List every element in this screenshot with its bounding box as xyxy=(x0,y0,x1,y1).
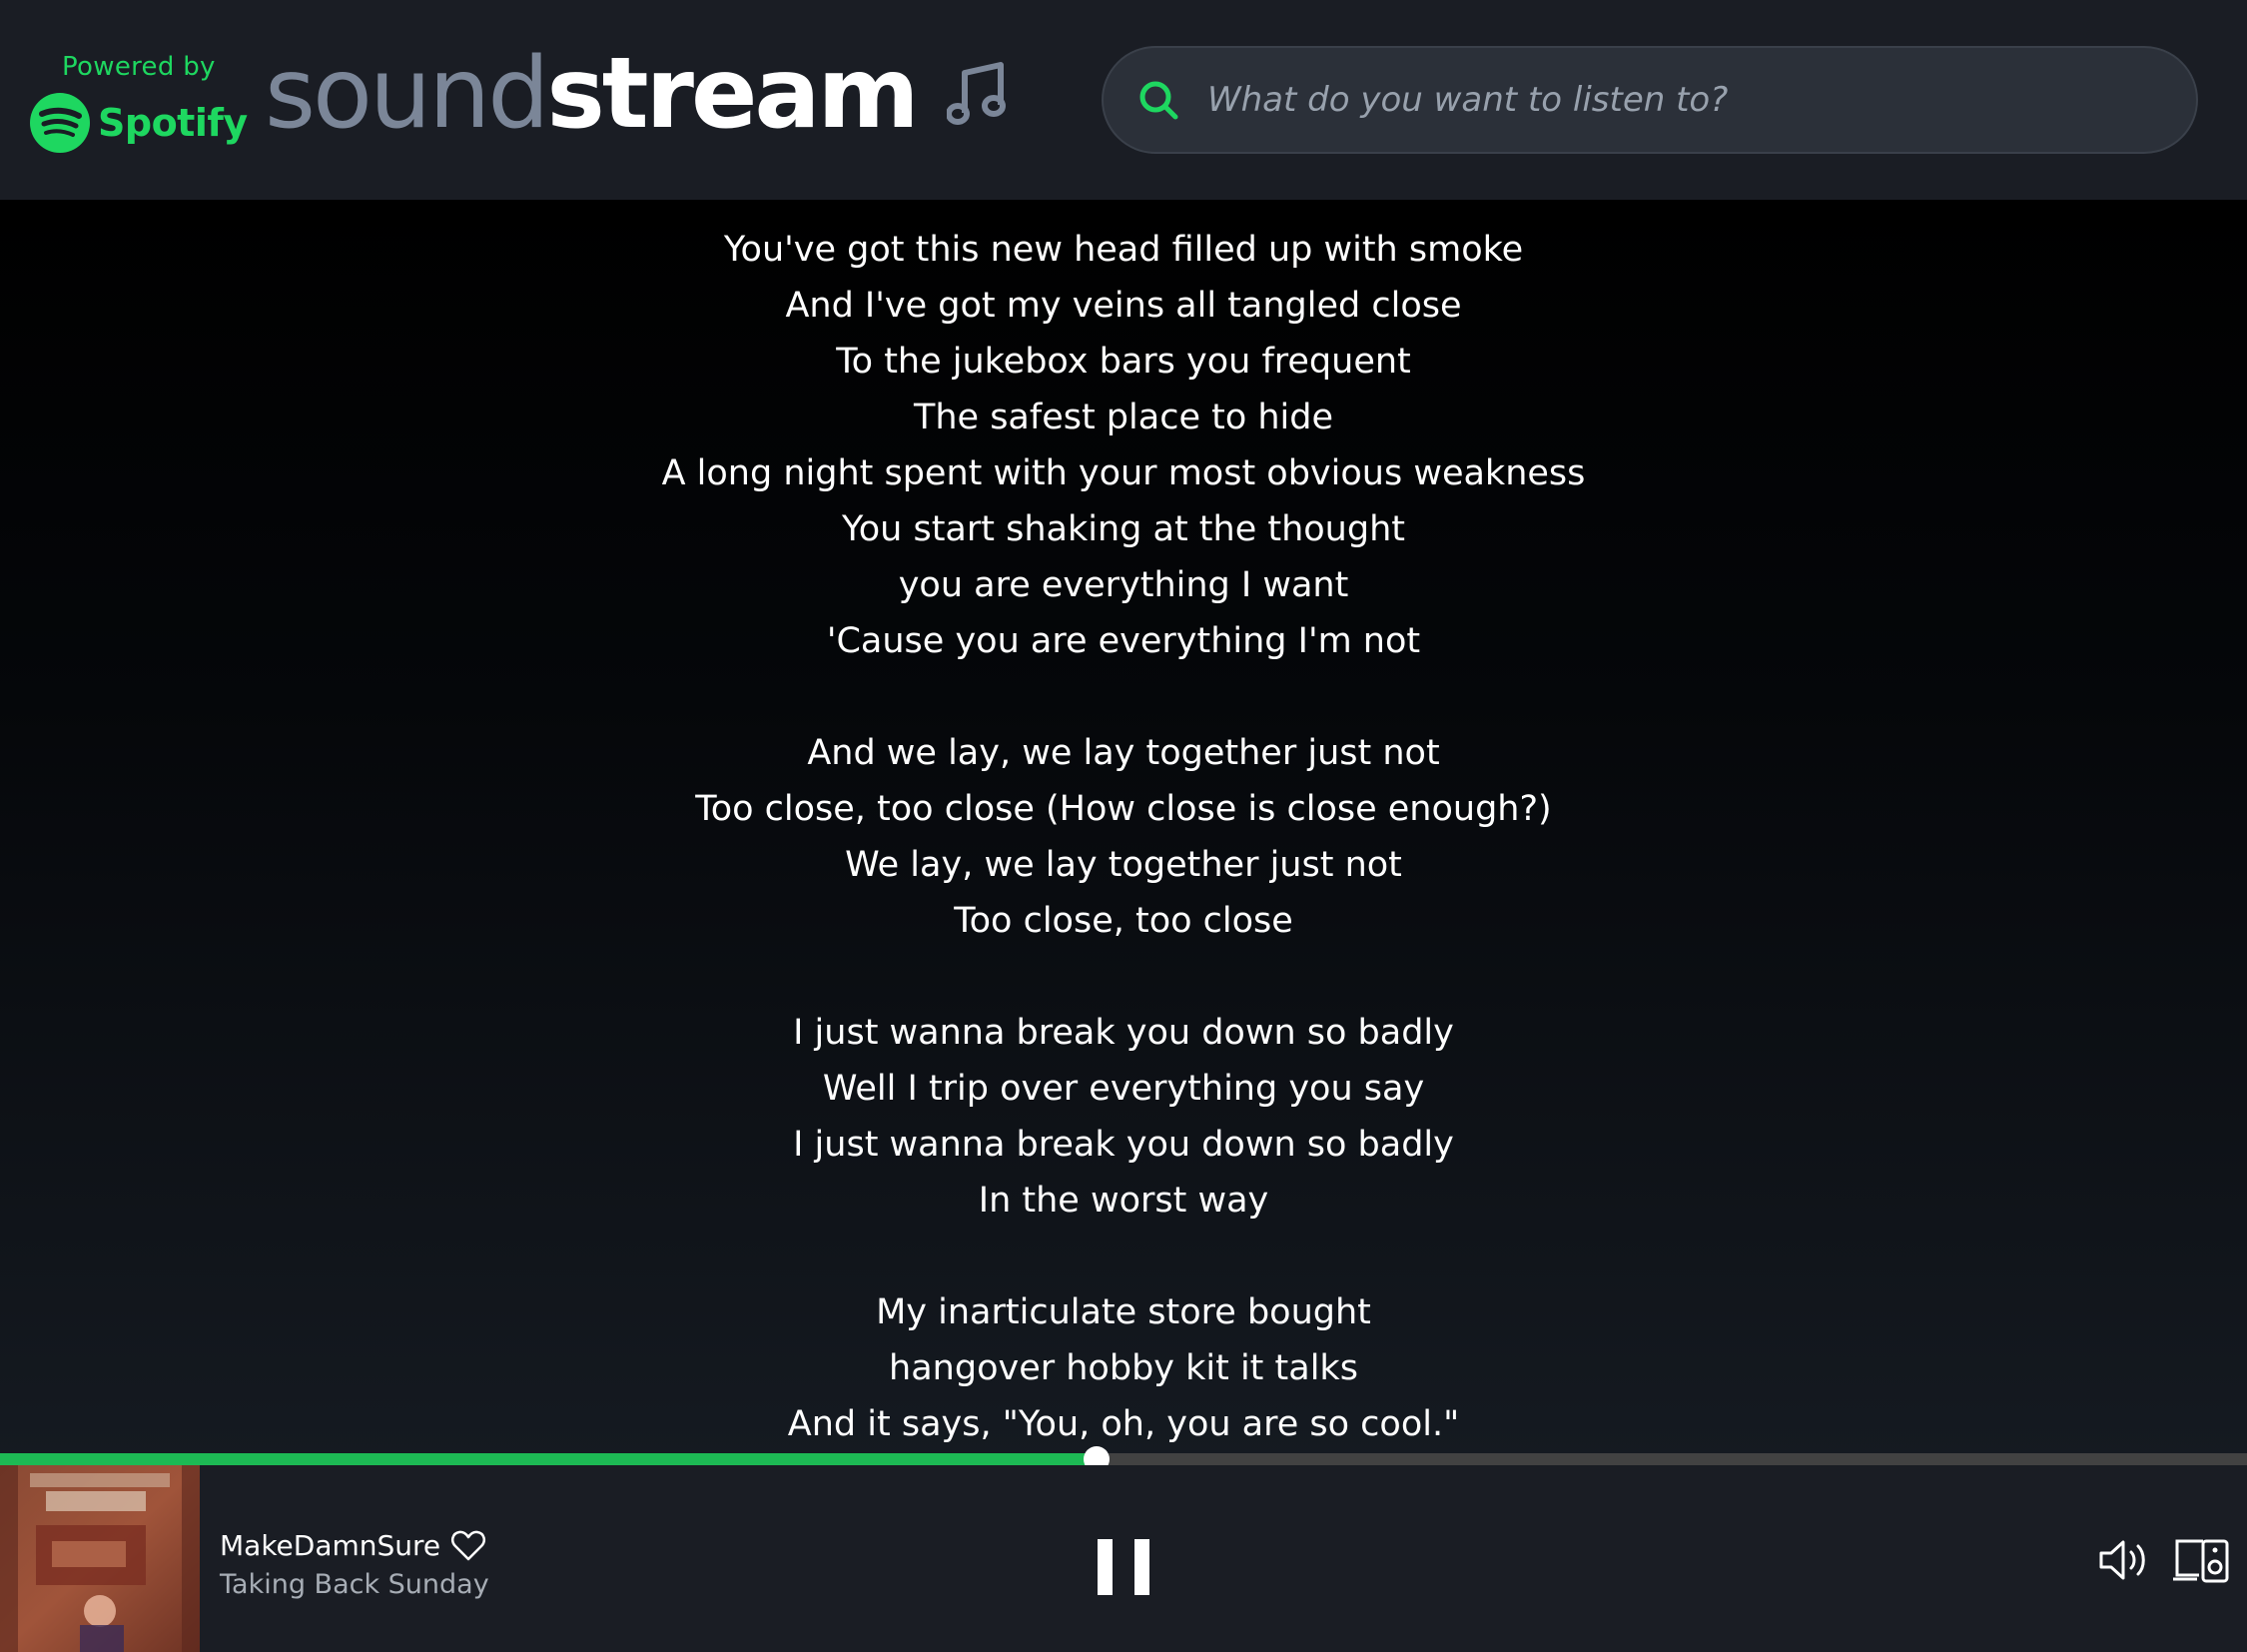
lyric-line xyxy=(0,1229,2247,1284)
lyrics-list: You've got this new head filled up with … xyxy=(0,200,2247,1452)
heart-icon[interactable] xyxy=(450,1528,486,1562)
lyric-line: 'Cause you are everything I'm not xyxy=(826,621,1421,661)
brand-stream-text: stream xyxy=(546,37,919,151)
pause-icon xyxy=(1098,1539,1113,1595)
lyric-line: Too close, too close (How close is close… xyxy=(695,789,1552,829)
music-note-icon xyxy=(946,62,1006,125)
brand-sound-text: sound xyxy=(265,37,549,151)
pause-button[interactable] xyxy=(1098,1539,1149,1595)
playback-progress-bar[interactable] xyxy=(0,1446,2247,1472)
lyric-line: And it says, "You, oh, you are so cool." xyxy=(787,1404,1460,1444)
app-header: Powered by Spotify sound stream xyxy=(0,0,2247,200)
lyric-line: hangover hobby kit it talks xyxy=(889,1348,1358,1388)
spotify-logo-icon xyxy=(30,93,90,153)
lyric-line: Too close, too close xyxy=(954,901,1293,941)
spotify-wordmark: Spotify xyxy=(98,101,248,145)
spotify-logo: Spotify xyxy=(30,92,248,154)
lyric-line: In the worst way xyxy=(978,1181,1269,1221)
pause-icon xyxy=(1134,1539,1149,1595)
soundstream-logo[interactable]: sound stream xyxy=(265,34,1009,154)
track-title[interactable]: MakeDamnSure xyxy=(220,1529,440,1562)
volume-icon[interactable] xyxy=(2097,1537,2153,1583)
progress-fill xyxy=(0,1453,1097,1465)
lyric-line: And I've got my veins all tangled close xyxy=(785,286,1462,326)
track-artist[interactable]: Taking Back Sunday xyxy=(220,1569,489,1600)
lyric-line: Well I trip over everything you say xyxy=(822,1069,1425,1109)
lyric-line: I just wanna break you down so badly xyxy=(793,1013,1454,1053)
track-info: MakeDamnSure Taking Back Sunday xyxy=(220,1525,489,1601)
album-art[interactable] xyxy=(0,1465,200,1652)
lyric-line: To the jukebox bars you frequent xyxy=(836,342,1411,382)
lyric-line: I just wanna break you down so badly xyxy=(793,1125,1454,1165)
powered-by-label: Powered by xyxy=(62,52,216,82)
lyric-line: You start shaking at the thought xyxy=(842,509,1405,549)
lyric-line: We lay, we lay together just not xyxy=(845,845,1402,885)
lyric-line xyxy=(0,949,2247,1005)
powered-by-spotify[interactable]: Powered by Spotify xyxy=(30,52,248,153)
lyric-line: The safest place to hide xyxy=(913,398,1334,437)
lyric-line: You've got this new head filled up with … xyxy=(723,230,1524,270)
player-bar: MakeDamnSure Taking Back Sunday xyxy=(0,1465,2247,1652)
lyric-line: you are everything I want xyxy=(898,565,1349,605)
lyric-line: And we lay, we lay together just not xyxy=(807,733,1440,773)
lyrics-panel[interactable]: You've got this new head filled up with … xyxy=(0,200,2247,1458)
album-art-image xyxy=(0,1465,200,1652)
lyric-line: A long night spent with your most obviou… xyxy=(661,453,1586,493)
search-icon xyxy=(1139,81,1178,120)
lyric-line xyxy=(0,669,2247,725)
search-bar[interactable] xyxy=(1102,46,2198,154)
devices-icon[interactable] xyxy=(2173,1535,2229,1585)
track-title-row: MakeDamnSure xyxy=(220,1525,489,1565)
lyric-line: My inarticulate store bought xyxy=(876,1292,1371,1332)
search-input[interactable] xyxy=(1205,60,2196,140)
